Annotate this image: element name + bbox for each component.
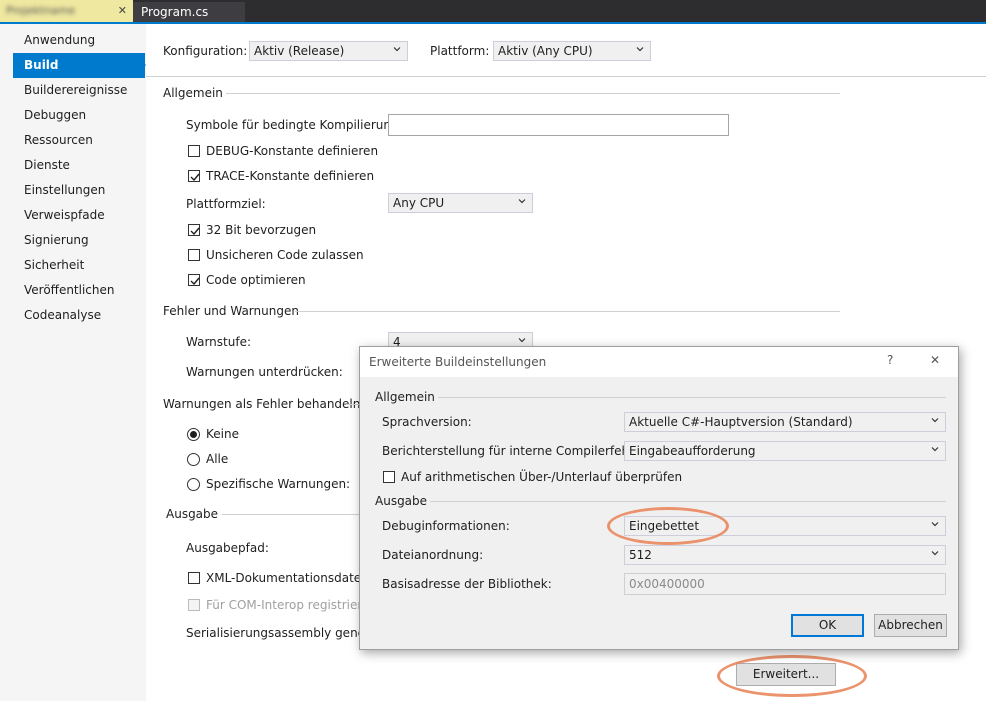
sidebar-item-verweispfade[interactable]: Verweispfade xyxy=(13,203,145,228)
language-version-label: Sprachversion: xyxy=(382,415,472,429)
tab-project[interactable]: Projektname ✕ xyxy=(0,0,133,22)
chevron-down-icon xyxy=(393,47,401,52)
sidebar-item-veroeffentlichen[interactable]: Veröffentlichen xyxy=(13,278,145,303)
optimize-code-label: Code optimieren xyxy=(206,273,306,287)
base-address-label: Basisadresse der Bibliothek: xyxy=(382,577,552,591)
section-divider xyxy=(226,93,840,94)
chevron-down-icon xyxy=(931,418,939,423)
platform-target-label: Plattformziel: xyxy=(186,197,266,211)
sidebar-item-anwendung[interactable]: Anwendung xyxy=(13,28,145,53)
highlight-annotation xyxy=(607,507,729,545)
xml-doc-checkbox[interactable] xyxy=(188,572,200,584)
tab-program-cs-label: Program.cs xyxy=(141,5,209,19)
section-title-output: Ausgabe xyxy=(166,507,219,521)
platform-label: Plattform: xyxy=(430,44,490,58)
xml-doc-label: XML-Dokumentationsdatei: xyxy=(206,571,369,585)
chevron-down-icon xyxy=(931,551,939,556)
error-report-value: Eingabeaufforderung xyxy=(629,444,756,458)
suppress-warnings-label: Warnungen unterdrücken: xyxy=(186,365,343,379)
highlight-annotation xyxy=(717,655,867,697)
section-title-general: Allgemein xyxy=(163,86,223,100)
overflow-check-checkbox[interactable] xyxy=(383,471,395,483)
section-title-errors: Fehler und Warnungen xyxy=(163,304,299,318)
configuration-value: Aktiv (Release) xyxy=(254,44,345,58)
overflow-check-label: Auf arithmetischen Über-/Unterlauf überp… xyxy=(401,470,683,484)
radio-none-label: Keine xyxy=(206,427,239,441)
chevron-down-icon xyxy=(931,522,939,527)
dialog-title: Erweiterte Buildeinstellungen xyxy=(369,355,547,369)
radio-selected-dot xyxy=(190,431,197,438)
trace-constant-label: TRACE-Konstante definieren xyxy=(206,169,375,183)
unsafe-code-label: Unsicheren Code zulassen xyxy=(206,248,364,262)
error-report-select[interactable]: Eingabeaufforderung xyxy=(624,441,946,461)
sidebar-item-build[interactable]: Build xyxy=(13,53,145,78)
platform-target-value: Any CPU xyxy=(393,196,445,210)
checkmark-icon xyxy=(190,173,200,182)
checkmark-icon xyxy=(190,227,200,236)
radio-specific[interactable] xyxy=(187,478,200,491)
file-alignment-value: 512 xyxy=(629,548,652,562)
sidebar-item-signierung[interactable]: Signierung xyxy=(13,228,145,253)
ok-button[interactable]: OK xyxy=(791,614,864,637)
tab-program-cs[interactable]: Program.cs xyxy=(133,2,245,22)
sidebar-item-sicherheit[interactable]: Sicherheit xyxy=(13,253,145,278)
base-address-input[interactable]: 0x00400000 xyxy=(624,573,946,595)
radio-specific-label: Spezifische Warnungen: xyxy=(206,477,351,491)
com-interop-checkbox[interactable] xyxy=(188,599,200,611)
section-divider xyxy=(438,397,946,398)
trace-constant-checkbox[interactable] xyxy=(188,170,200,182)
sidebar-item-codeanalyse[interactable]: Codeanalyse xyxy=(13,303,145,328)
chevron-down-icon xyxy=(636,47,644,52)
radio-none[interactable] xyxy=(187,428,200,441)
platform-select[interactable]: Aktiv (Any CPU) xyxy=(493,41,651,61)
configuration-label: Konfiguration: xyxy=(163,44,248,58)
com-interop-label: Für COM-Interop registrieren xyxy=(206,598,378,612)
header-divider xyxy=(146,76,986,77)
section-divider xyxy=(430,501,946,502)
radio-all[interactable] xyxy=(187,453,200,466)
language-version-value: Aktuelle C#-Hauptversion (Standard) xyxy=(629,415,853,429)
base-address-value: 0x00400000 xyxy=(629,577,705,591)
output-path-label: Ausgabepfad: xyxy=(186,541,269,555)
unsafe-code-checkbox[interactable] xyxy=(188,249,200,261)
symbols-label: Symbole für bedingte Kompilierung: xyxy=(186,118,403,132)
radio-all-label: Alle xyxy=(206,452,229,466)
platform-target-select[interactable]: Any CPU xyxy=(388,193,533,213)
section-title-treat-warnings: Warnungen als Fehler behandeln xyxy=(163,397,361,411)
section-divider xyxy=(346,404,360,405)
close-icon[interactable]: ✕ xyxy=(118,0,127,22)
prefer-32bit-checkbox[interactable] xyxy=(188,224,200,236)
sidebar-item-buildereignisse[interactable]: Builderereignisse xyxy=(13,78,145,103)
symbols-input[interactable] xyxy=(388,114,729,136)
warning-level-label: Warnstufe: xyxy=(186,335,251,349)
help-icon[interactable]: ? xyxy=(887,353,893,367)
optimize-code-checkbox[interactable] xyxy=(188,274,200,286)
checkmark-icon xyxy=(190,277,200,286)
advanced-build-settings-dialog: Erweiterte Buildeinstellungen ? ✕ Allgem… xyxy=(359,346,959,650)
section-divider xyxy=(295,311,840,312)
language-version-select[interactable]: Aktuelle C#-Hauptversion (Standard) xyxy=(624,412,946,432)
sidebar-item-dienste[interactable]: Dienste xyxy=(13,153,145,178)
close-icon[interactable]: ✕ xyxy=(930,353,940,367)
chevron-down-icon xyxy=(518,338,526,343)
debug-constant-checkbox[interactable] xyxy=(188,145,200,157)
sidebar-item-ressourcen[interactable]: Ressourcen xyxy=(13,128,145,153)
section-divider xyxy=(222,514,360,515)
tab-project-label: Projektname xyxy=(6,4,76,17)
cancel-button[interactable]: Abbrechen xyxy=(874,614,947,637)
chevron-down-icon xyxy=(518,199,526,204)
dialog-section-output: Ausgabe xyxy=(375,494,428,508)
sidebar-item-einstellungen[interactable]: Einstellungen xyxy=(13,178,145,203)
debug-info-label: Debuginformationen: xyxy=(382,519,510,533)
dialog-section-general: Allgemein xyxy=(375,390,435,404)
file-alignment-select[interactable]: 512 xyxy=(624,545,946,565)
file-alignment-label: Dateianordnung: xyxy=(382,548,484,562)
sidebar-item-debuggen[interactable]: Debuggen xyxy=(13,103,145,128)
error-report-label: Berichterstellung für interne Compilerfe… xyxy=(382,444,649,458)
prefer-32bit-label: 32 Bit bevorzugen xyxy=(206,223,317,237)
debug-constant-label: DEBUG-Konstante definieren xyxy=(206,144,379,158)
chevron-down-icon xyxy=(931,447,939,452)
platform-value: Aktiv (Any CPU) xyxy=(498,44,593,58)
configuration-select[interactable]: Aktiv (Release) xyxy=(249,41,408,61)
